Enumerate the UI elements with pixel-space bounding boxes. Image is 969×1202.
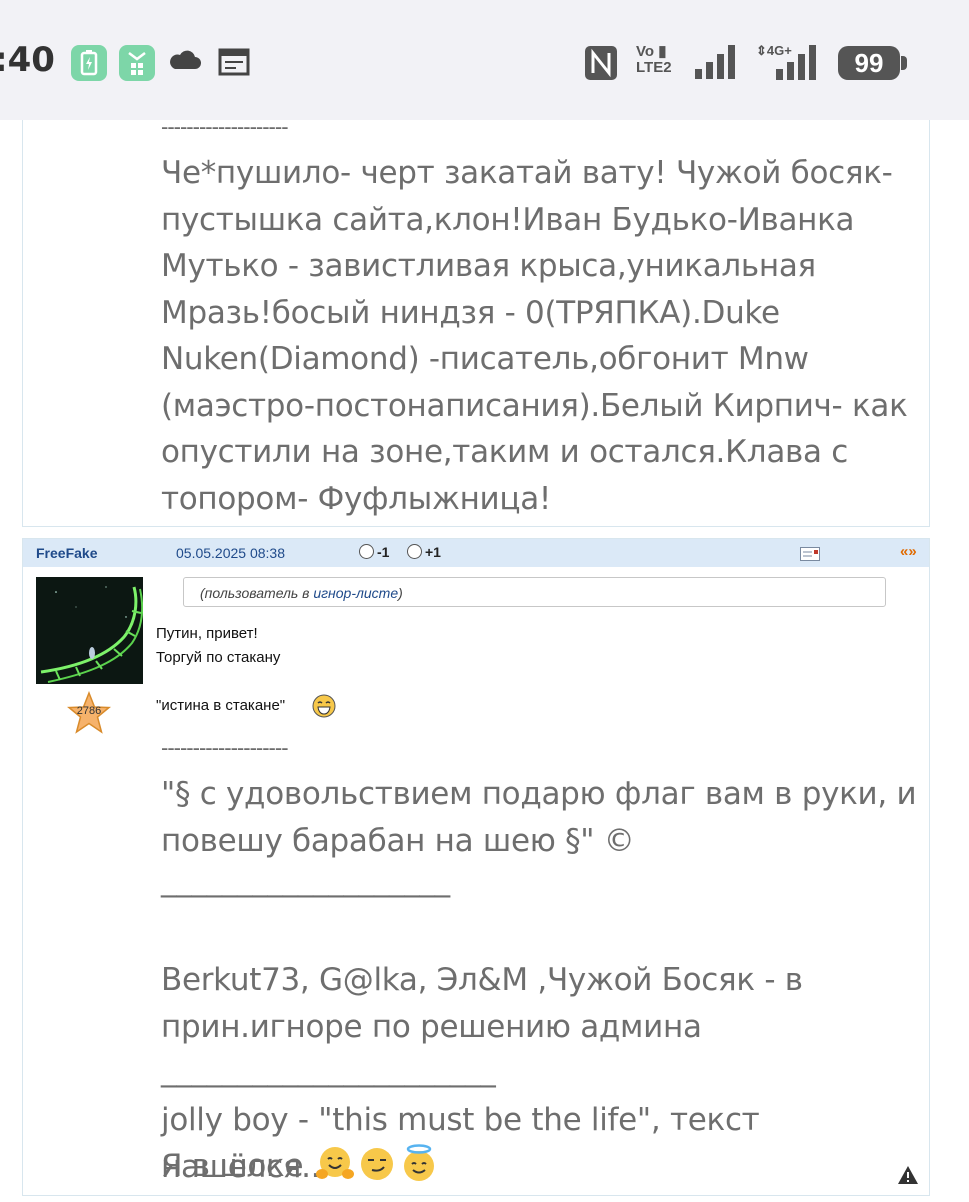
signature-line: топором- Фуфлыжница! [161,480,552,517]
private-message-icon[interactable] [800,547,820,561]
post-author-link[interactable]: FreeFake [36,545,97,561]
signature-divider: -------------------- [161,114,289,139]
signature-line: Че*пушило- черт закатай вату! Чужой бося… [161,155,893,191]
forum-post: -------------------- Че*пушило- черт зак… [22,114,930,527]
signature-text: Че*пушило- черт закатай вату! Чужой бося… [161,150,921,522]
ignore-text: ) [398,585,403,601]
laughing-emoji-icon [312,694,336,718]
svg-text:⇕4G+: ⇕4G+ [756,43,792,58]
signal-4g-icon: ⇕4G+ [756,43,826,88]
signature-line: пустышка сайта,клон!Иван Будько-Иванка [161,201,855,238]
ignore-text: (пользователь в [200,585,314,601]
forum-post: FreeFake 05.05.2025 08:38 -1 +1 «» 2786 … [22,538,930,1196]
message-line: Путин, привет! [156,625,258,642]
signature-line: Nuken(Diamond) -писатель,обгонит Mnw [161,341,809,377]
message-line: Торгуй по стакану [156,649,281,666]
battery-indicator: 99 [838,46,907,80]
signature-line: Berkut73, G@lka, Эл&M ,Чужой Босяк - в [161,962,803,998]
ignore-list-link[interactable]: игнор-листе [313,585,398,601]
signature-text: "§ с удовольствием подарю флаг вам в рук… [161,771,917,864]
smiling-halo-icon [403,1144,434,1181]
signature-line: (маэстро-постонаписания).Белый Кирпич- к… [161,387,908,424]
cloud-icon [167,43,203,84]
status-time: :40 [0,40,55,80]
signature-line: "§ с удовольствием подарю флаг вам в рук… [161,776,917,812]
signature-line: Мутько - завистливая крыса,уникальная [161,248,816,284]
signature-divider: -------------------- [161,735,289,760]
calendar-icon [216,43,252,84]
avatar[interactable] [36,577,143,684]
app-icon [119,45,155,81]
nfc-icon [583,43,619,88]
quote-button[interactable]: «» [900,543,917,560]
vote-minus-label: -1 [377,544,390,560]
signature-line: Мразь!босый ниндзя - 0(ТРЯПКА).Duke [161,294,780,331]
status-bar: :40 Vo ▮ LTE2 ⇕4G+ 99 [0,0,969,120]
rating-value: 2786 [76,705,102,717]
post-header: FreeFake 05.05.2025 08:38 -1 +1 «» [23,539,929,567]
vote-plus-label: +1 [425,544,441,560]
vote-plus[interactable]: +1 [407,544,441,560]
hugging-face-icon [315,1147,354,1179]
signature-line: прин.игноре по решению админа [161,1008,702,1045]
volte-badge: Vo ▮ LTE2 [636,43,672,76]
signature-line: опустили на зоне,таким и остался.Клава с [161,434,848,470]
battery-saver-icon [71,45,107,81]
post-date: 05.05.2025 08:38 [176,545,285,561]
signature-underline: ___________________ [161,862,450,898]
radio-icon[interactable] [407,544,422,559]
signature-line-with-emoji: Я в шоке [161,1143,439,1190]
smirking-face-icon [360,1148,393,1180]
signal-icon [693,43,743,86]
report-warning-icon[interactable] [897,1165,919,1185]
ignore-notice: (пользователь в игнор-листе) [183,577,886,607]
signature-underline: ______________________ [161,1052,496,1088]
radio-icon[interactable] [359,544,374,559]
vote-minus[interactable]: -1 [359,544,389,560]
message-quote: "истина в стакане" [156,697,286,714]
signature-text: Berkut73, G@lka, Эл&M ,Чужой Босяк - в п… [161,957,803,1050]
signature-line: Я в шоке [161,1148,304,1184]
